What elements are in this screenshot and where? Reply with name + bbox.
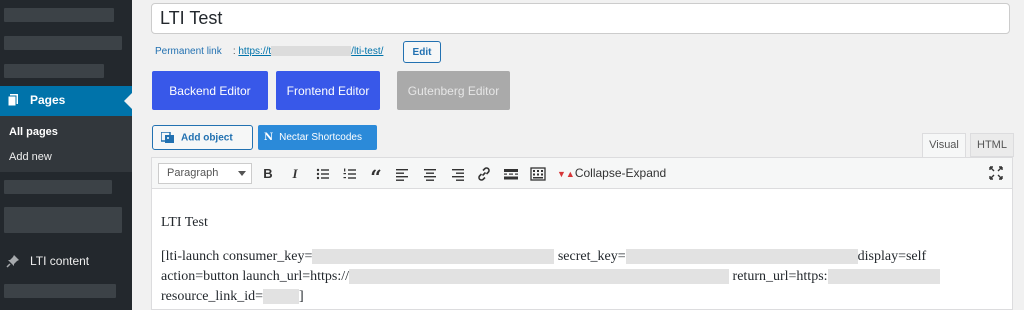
- format-select-value: Paragraph: [167, 167, 219, 179]
- format-select[interactable]: Paragraph: [158, 163, 252, 184]
- sidebar-item-lti-content[interactable]: LTI content: [0, 250, 132, 274]
- nectar-shortcodes-button[interactable]: N Nectar Shortcodes: [258, 125, 377, 150]
- redacted-value: [262, 289, 299, 305]
- add-object-label: Add object: [181, 132, 233, 144]
- current-menu-arrow: [124, 93, 132, 109]
- tab-visual[interactable]: Visual: [922, 133, 966, 157]
- blockquote-icon[interactable]: “: [366, 164, 386, 189]
- align-center-icon[interactable]: [420, 164, 440, 184]
- permalink-label: Permanent link: [155, 46, 222, 57]
- italic-button[interactable]: I: [285, 164, 305, 184]
- nectar-icon: N: [264, 132, 274, 143]
- content-line-1: [lti-launch consumer_key= secret_key= dis…: [161, 249, 927, 265]
- collapse-expand-label: Collapse-Expand: [574, 166, 667, 180]
- read-more-icon[interactable]: [501, 164, 521, 184]
- sidebar-item-hidden[interactable]: [4, 180, 112, 194]
- redacted-value: [827, 269, 940, 285]
- numbered-list-icon[interactable]: [340, 164, 360, 184]
- submenu-add-new[interactable]: Add new: [9, 151, 52, 163]
- content-line-2: action=button launch_url=https:// return…: [161, 269, 940, 285]
- content-heading: LTI Test: [161, 215, 208, 230]
- nectar-label: Nectar Shortcodes: [279, 132, 362, 143]
- backend-editor-button[interactable]: Backend Editor: [152, 71, 268, 110]
- permalink-row: Permanent link : https://t/lti-test/: [155, 46, 384, 57]
- sidebar-item-label: Pages: [30, 93, 66, 107]
- redacted-value: [312, 249, 555, 265]
- align-left-icon[interactable]: [393, 164, 413, 184]
- redacted-value: [349, 269, 730, 285]
- sidebar-item-hidden[interactable]: [4, 8, 114, 22]
- post-title-input[interactable]: [151, 3, 1010, 34]
- gutenberg-editor-button[interactable]: Gutenberg Editor: [397, 71, 510, 110]
- collapse-expand-icon: ▼▲: [557, 169, 575, 179]
- permalink-url[interactable]: https://t/lti-test/: [238, 46, 383, 57]
- bold-button[interactable]: B: [258, 164, 278, 184]
- sidebar-item-hidden[interactable]: [4, 207, 122, 233]
- sidebar-item-hidden[interactable]: [4, 64, 104, 78]
- collapse-expand-button[interactable]: ▼▲Collapse-Expand: [557, 166, 666, 180]
- chevron-down-icon: [238, 171, 246, 176]
- submenu-all-pages[interactable]: All pages: [9, 126, 58, 138]
- toolbar-toggle-icon[interactable]: [528, 164, 548, 184]
- pages-submenu: All pages Add new: [0, 116, 132, 172]
- sidebar-item-pages[interactable]: Pages: [0, 86, 132, 116]
- admin-sidebar: Pages All pages Add new LTI content: [0, 0, 132, 310]
- sidebar-item-hidden[interactable]: [4, 36, 122, 50]
- align-right-icon[interactable]: [447, 164, 467, 184]
- frontend-editor-button[interactable]: Frontend Editor: [276, 71, 380, 110]
- link-icon[interactable]: [474, 164, 494, 184]
- editor-content[interactable]: LTI Test [lti-launch consumer_key= secre…: [151, 189, 1013, 310]
- tab-html[interactable]: HTML: [970, 133, 1014, 157]
- editor-toolbar: Paragraph B I “ ▼▲Collapse-Expand: [151, 157, 1013, 189]
- add-media-icon: [161, 131, 174, 143]
- pages-icon: [8, 94, 18, 106]
- fullscreen-icon[interactable]: [988, 165, 1004, 181]
- add-object-button[interactable]: Add object: [152, 125, 253, 150]
- edit-permalink-button[interactable]: Edit: [403, 41, 441, 63]
- content-line-3: resource_link_id=]: [161, 289, 304, 305]
- sidebar-item-label: LTI content: [30, 254, 90, 268]
- sidebar-item-hidden[interactable]: [4, 284, 116, 298]
- bullet-list-icon[interactable]: [313, 164, 333, 184]
- redacted-value: [625, 249, 858, 265]
- pin-icon: [6, 255, 19, 268]
